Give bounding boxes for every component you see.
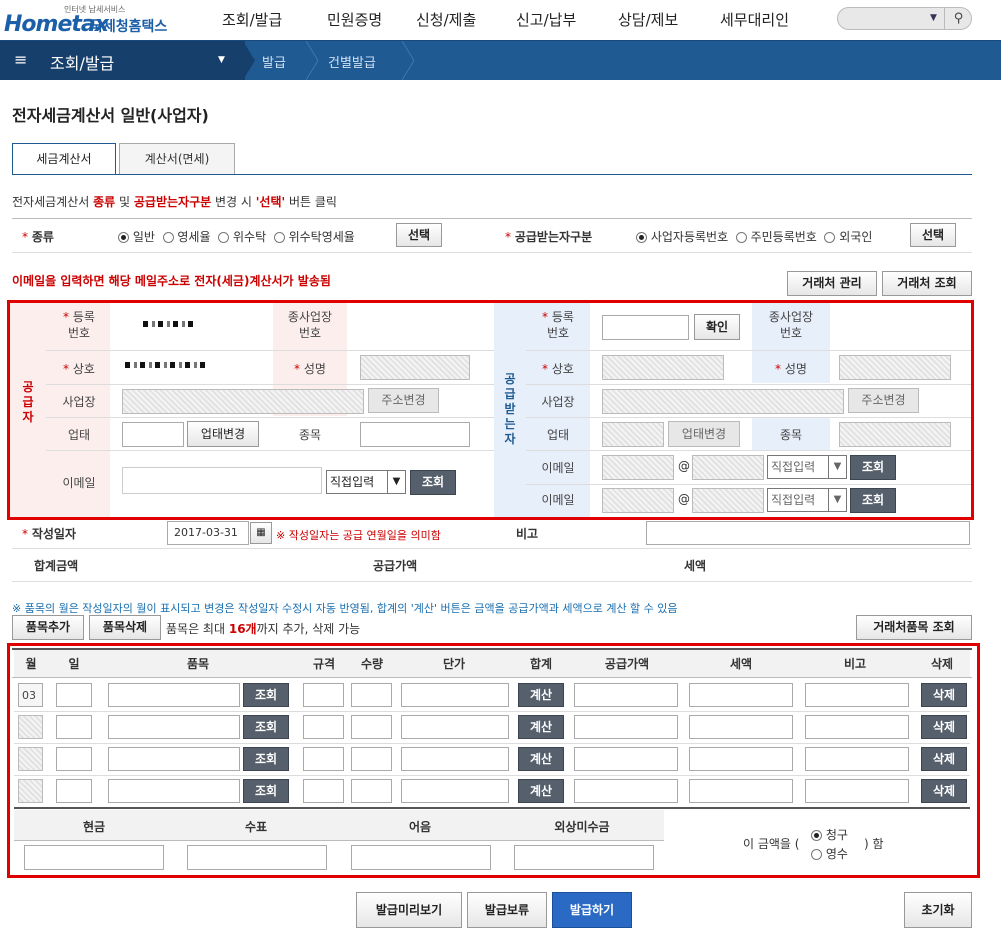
supply-amount-label: 공급가액 xyxy=(373,559,418,573)
nav-inquiry[interactable]: 조회/발급 xyxy=(222,9,282,30)
breadcrumb-arrow-icon xyxy=(243,41,255,80)
kind-options: 일반 영세율 위수탁 위수탁영세율 xyxy=(118,228,355,245)
hometax-logo[interactable]: 인터넷 납세서비스 Hometax 국세청홈택스 xyxy=(4,4,184,38)
recv-type-label: * 공급받는자구분 xyxy=(505,230,593,244)
radio-general[interactable] xyxy=(118,232,129,243)
remark-label: 비고 xyxy=(516,527,539,541)
tab-underline xyxy=(12,174,972,175)
kind-label: * 종류 xyxy=(22,230,54,244)
nav-consult[interactable]: 상담/제보 xyxy=(618,9,678,30)
write-date-note: ※ 작성일자는 공급 연월일을 의미함 xyxy=(276,529,441,542)
search-box[interactable]: ▼ ⚲ xyxy=(837,7,972,30)
breadcrumb-arrow-icon xyxy=(401,41,415,80)
reset-button[interactable]: 초기화 xyxy=(904,892,972,928)
radio-biz-no[interactable] xyxy=(636,232,647,243)
nav-bar-lead xyxy=(0,41,245,80)
recv-select-button[interactable]: 선택 xyxy=(910,223,956,247)
page-title: 전자세금계산서 일반(사업자) xyxy=(12,106,209,125)
item-notice: ※ 품목의 월은 작성일자의 월이 표시되고 변경은 작성일자 수정시 자동 반… xyxy=(12,602,678,615)
menu-icon[interactable]: ≡ xyxy=(14,50,27,69)
partner-search-button[interactable]: 거래처 조회 xyxy=(882,271,972,296)
item-limit-text: 품목은 최대 16개까지 추가, 삭제 가능 xyxy=(166,622,361,636)
search-icon[interactable]: ⚲ xyxy=(944,8,972,29)
tab-invoice-exempt[interactable]: 계산서(면세) xyxy=(119,143,235,175)
logo-korean: 국세청홈택스 xyxy=(90,19,168,35)
breadcrumb-arrow-icon xyxy=(305,41,319,80)
hold-button[interactable]: 발급보류 xyxy=(467,892,547,928)
radio-consign-zero[interactable] xyxy=(273,232,285,243)
partner-items-button[interactable]: 거래처품목 조회 xyxy=(856,615,972,640)
breadcrumb-single-issue[interactable]: 건별발급 xyxy=(328,52,376,71)
nav-apply[interactable]: 신청/제출 xyxy=(416,9,476,30)
nav-bar-title[interactable]: 조회/발급 xyxy=(50,50,114,74)
write-date-input[interactable]: 2017-03-31 xyxy=(167,521,249,545)
guide-text: 전자세금계산서 종류 및 공급받는자구분 변경 시 '선택' 버튼 클릭 xyxy=(12,195,337,209)
radio-zero-rate[interactable] xyxy=(162,232,174,243)
search-dropdown-icon[interactable]: ▼ xyxy=(930,13,937,23)
nav-bar: ≡ 조회/발급 ▼ 발급 건별발급 xyxy=(0,40,1001,80)
items-highlight-box xyxy=(7,643,980,878)
preview-button[interactable]: 발급미리보기 xyxy=(356,892,462,928)
radio-consign[interactable] xyxy=(218,232,230,243)
nav-report[interactable]: 신고/납부 xyxy=(516,9,576,30)
tab-tax-invoice[interactable]: 세금계산서 xyxy=(12,143,116,175)
write-date-label: * 작성일자 xyxy=(22,527,76,541)
delete-item-button[interactable]: 품목삭제 xyxy=(89,615,161,640)
recv-type-options: 사업자등록번호 주민등록번호 외국인 xyxy=(636,228,872,245)
issue-button[interactable]: 발급하기 xyxy=(552,892,632,928)
add-item-button[interactable]: 품목추가 xyxy=(12,615,84,640)
party-highlight-box xyxy=(7,300,974,520)
partner-manage-button[interactable]: 거래처 관리 xyxy=(787,271,877,296)
top-header: 인터넷 납세서비스 Hometax 국세청홈택스 조회/발급 민원증명 신청/제… xyxy=(0,0,1001,40)
remark-input[interactable] xyxy=(646,521,970,545)
breadcrumb-issue[interactable]: 발급 xyxy=(262,52,286,71)
radio-foreigner[interactable] xyxy=(824,232,836,243)
calendar-icon[interactable]: ▦ xyxy=(250,522,272,544)
kind-select-button[interactable]: 선택 xyxy=(396,223,442,247)
tax-amount-label: 세액 xyxy=(684,559,707,573)
radio-resident-no[interactable] xyxy=(735,232,747,243)
nav-agent[interactable]: 세무대리인 xyxy=(720,9,789,30)
nav-civil[interactable]: 민원증명 xyxy=(327,9,382,30)
email-notice: 이메일을 입력하면 해당 메일주소로 전자(세금)계산서가 발송됨 xyxy=(12,274,331,288)
total-amount-label: 합계금액 xyxy=(34,559,79,573)
chevron-down-icon[interactable]: ▼ xyxy=(218,55,225,65)
